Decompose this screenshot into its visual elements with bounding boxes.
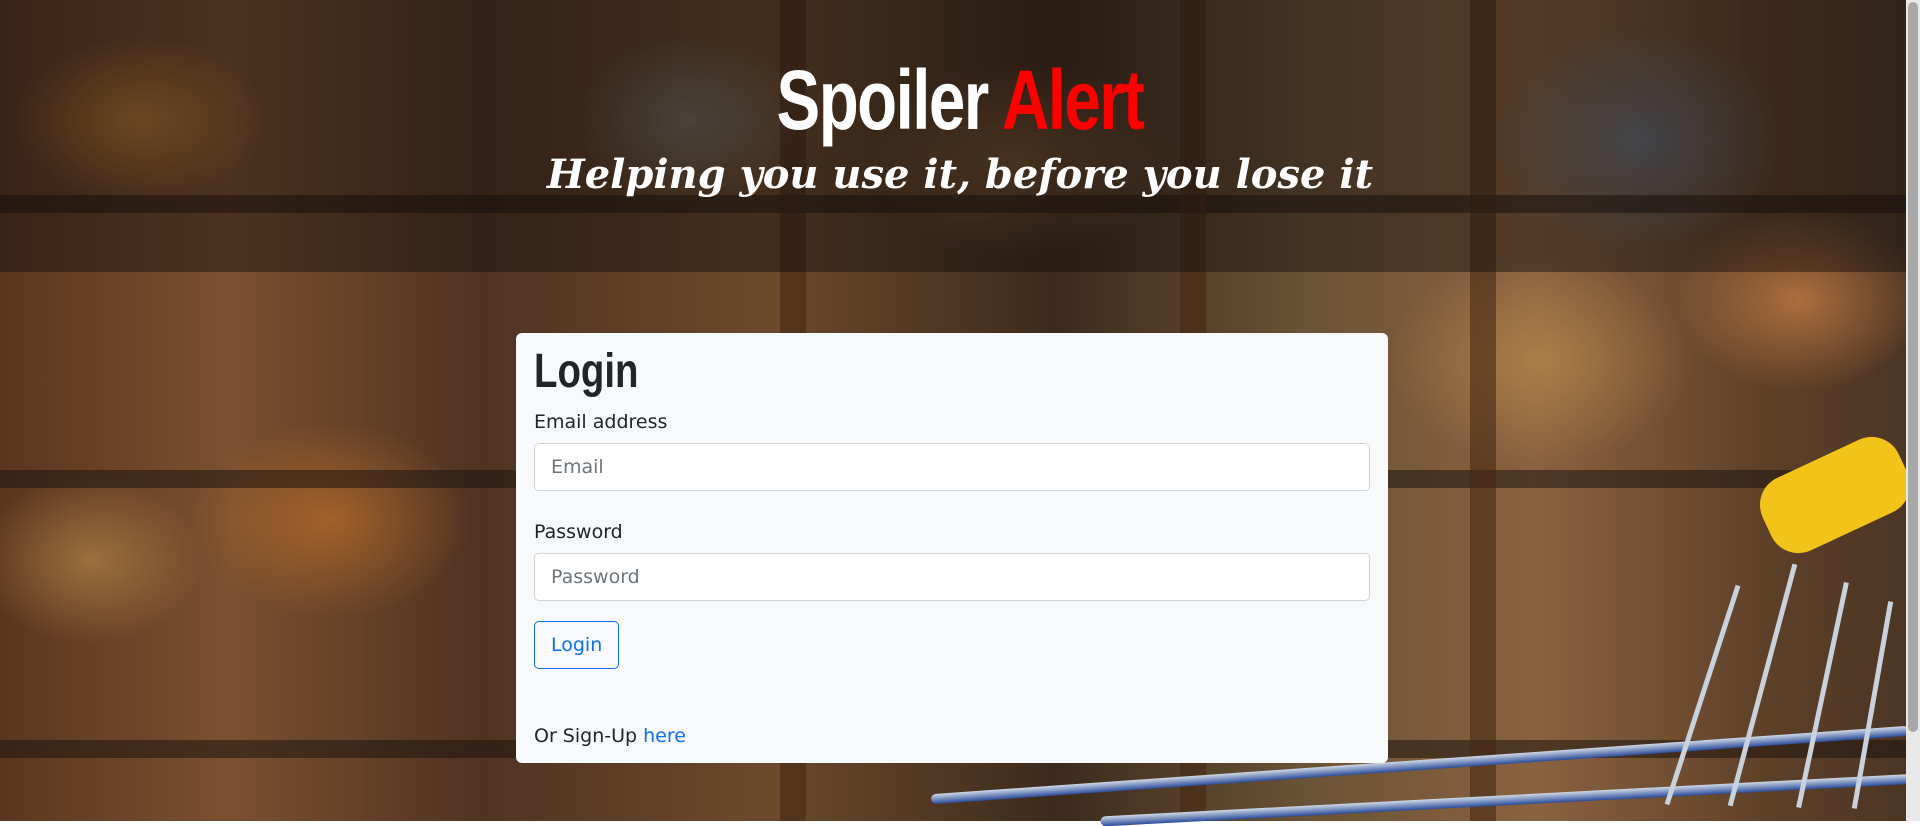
brand-title-word-alert: Alert: [1001, 53, 1145, 147]
login-card: Login Email address Password Login Or Si…: [516, 333, 1388, 763]
email-label: Email address: [534, 411, 668, 433]
brand-title: Spoiler Alert: [211, 52, 1709, 148]
cart-wire: [1664, 584, 1741, 806]
login-title: Login: [534, 345, 639, 398]
signup-prefix: Or Sign-Up: [534, 725, 638, 747]
page-scrollbar[interactable]: [1906, 0, 1920, 821]
login-button[interactable]: Login: [534, 621, 620, 669]
signup-prompt: Or Sign-Up here: [534, 723, 1370, 749]
email-input[interactable]: [534, 443, 1370, 491]
password-label: Password: [534, 521, 623, 543]
scrollbar-thumb[interactable]: [1908, 2, 1918, 732]
cart-wire: [1727, 563, 1798, 807]
password-input[interactable]: [534, 553, 1370, 601]
signup-link[interactable]: here: [643, 725, 686, 747]
cart-wire: [1796, 581, 1849, 809]
brand-title-word-spoiler: Spoiler: [776, 53, 990, 147]
tagline: Helping you use it, before you lose it: [546, 151, 1374, 198]
cart-handle: [1750, 427, 1920, 563]
